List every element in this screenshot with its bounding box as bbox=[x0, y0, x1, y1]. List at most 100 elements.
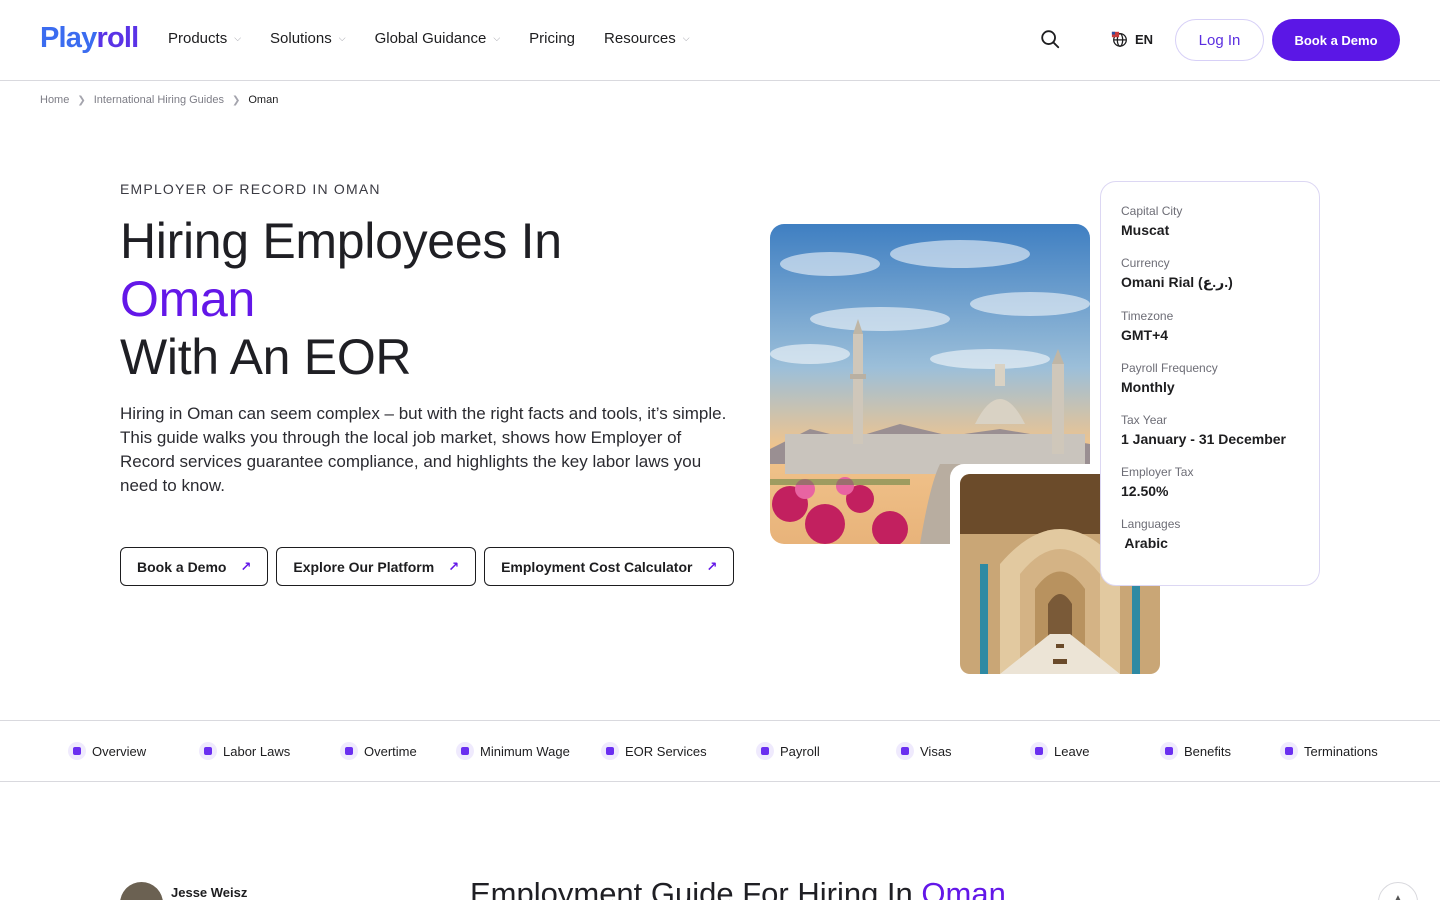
section-link-label: Minimum Wage bbox=[480, 743, 570, 759]
section-link-labor-laws[interactable]: Labor Laws bbox=[199, 742, 290, 760]
nav-label: Resources bbox=[604, 30, 676, 47]
nav-item-solutions[interactable]: Solutions ⌵ bbox=[270, 30, 346, 47]
cta-label: Book a Demo bbox=[137, 558, 227, 575]
title-accent: Oman bbox=[120, 271, 255, 327]
language-label: EN bbox=[1135, 31, 1154, 47]
scroll-to-top-button[interactable]: ▲ bbox=[1378, 882, 1418, 900]
fact-value: Omani Rial (ر.ع.) bbox=[1121, 274, 1233, 290]
fact-label: Payroll Frequency bbox=[1121, 361, 1218, 375]
author-name[interactable]: Jesse Weisz bbox=[171, 885, 247, 900]
fact-capital: Capital City Muscat bbox=[1121, 204, 1299, 238]
fact-value: Arabic bbox=[1121, 535, 1168, 551]
section-link-label: Overtime bbox=[364, 743, 417, 759]
site-header: Playroll Products ⌵ Solutions ⌵ Global Gui… bbox=[0, 0, 1440, 81]
cta-label: Explore Our Platform bbox=[293, 558, 435, 575]
nav-label: Global Guidance bbox=[374, 30, 487, 47]
clock-icon bbox=[340, 742, 358, 760]
fact-label: Currency bbox=[1121, 256, 1170, 270]
scale-icon bbox=[199, 742, 217, 760]
section-link-label: EOR Services bbox=[625, 743, 707, 759]
chevron-down-icon: ⌵ bbox=[338, 33, 346, 43]
payroll-icon bbox=[756, 742, 774, 760]
nav-item-global-guidance[interactable]: Global Guidance ⌵ bbox=[375, 30, 501, 47]
calendar-x-icon bbox=[1280, 742, 1298, 760]
fact-value: Muscat bbox=[1121, 222, 1170, 238]
section-link-overview[interactable]: Overview bbox=[68, 742, 146, 760]
fact-label: Tax Year bbox=[1121, 413, 1168, 427]
section-link-label: Labor Laws bbox=[223, 743, 291, 759]
nav-label: Pricing bbox=[529, 30, 576, 47]
fact-value: GMT+4 bbox=[1121, 327, 1169, 343]
fact-label: Timezone bbox=[1121, 309, 1174, 323]
language-selector[interactable]: EN bbox=[1111, 30, 1153, 48]
explore-platform-cta[interactable]: Explore Our Platform ↗ bbox=[276, 547, 477, 586]
coin-icon bbox=[456, 742, 474, 760]
nav-item-pricing[interactable]: Pricing bbox=[529, 30, 575, 47]
arrow-up-right-icon: ↗ bbox=[240, 558, 252, 574]
fact-currency: Currency Omani Rial (ر.ع.) bbox=[1121, 256, 1299, 291]
chevron-right-icon: ❯ bbox=[77, 94, 86, 106]
section-link-label: Terminations bbox=[1304, 743, 1378, 759]
section-link-label: Leave bbox=[1054, 743, 1090, 759]
guide-heading-prefix: Employment Guide For Hiring In bbox=[470, 876, 913, 900]
arrow-up-right-icon: ↗ bbox=[448, 558, 460, 574]
section-link-label: Benefits bbox=[1184, 743, 1231, 759]
section-link-payroll[interactable]: Payroll bbox=[756, 742, 820, 760]
book-demo-cta[interactable]: Book a Demo ↗ bbox=[120, 547, 269, 586]
fact-label: Languages bbox=[1121, 517, 1181, 531]
chevron-up-icon: ▲ bbox=[1393, 893, 1403, 900]
search-icon[interactable] bbox=[1039, 28, 1061, 50]
section-link-overtime[interactable]: Overtime bbox=[340, 742, 417, 760]
nav-item-resources[interactable]: Resources ⌵ bbox=[604, 30, 690, 47]
nav-label: Products bbox=[168, 30, 228, 47]
main-nav: Products ⌵ Solutions ⌵ Global Guidance ⌵ Pr… bbox=[168, 30, 719, 47]
section-link-label: Overview bbox=[92, 743, 147, 759]
fact-label: Employer Tax bbox=[1121, 465, 1194, 479]
calendar-icon bbox=[1030, 742, 1048, 760]
hero-eyebrow: EMPLOYER OF RECORD IN OMAN bbox=[120, 181, 381, 197]
section-link-leave[interactable]: Leave bbox=[1030, 742, 1089, 760]
chevron-down-icon: ⌵ bbox=[234, 33, 242, 43]
cta-label: Employment Cost Calculator bbox=[501, 558, 693, 575]
book-demo-button[interactable]: Book a Demo bbox=[1272, 19, 1400, 61]
login-button[interactable]: Log In bbox=[1175, 19, 1264, 61]
section-link-label: Payroll bbox=[780, 743, 820, 759]
cost-calculator-cta[interactable]: Employment Cost Calculator ↗ bbox=[484, 547, 735, 586]
country-facts-card: Capital City Muscat Currency Omani Rial (ر… bbox=[1100, 181, 1320, 586]
avatar bbox=[120, 882, 163, 900]
fact-tax-year: Tax Year 1 January - 31 December bbox=[1121, 413, 1299, 447]
hero-intro: Hiring in Oman can seem complex – but wi… bbox=[120, 404, 727, 495]
location-icon bbox=[601, 742, 619, 760]
page-title: Hiring Employees In Oman With An EOR bbox=[120, 212, 740, 386]
fact-value: Monthly bbox=[1121, 379, 1175, 395]
section-link-minimum-wage[interactable]: Minimum Wage bbox=[456, 742, 570, 760]
breadcrumb: Home ❯ International Hiring Guides ❯ Oma… bbox=[40, 94, 278, 106]
section-link-visas[interactable]: Visas bbox=[896, 742, 952, 760]
globe-icon bbox=[1111, 31, 1127, 47]
author-byline: Jesse Weisz bbox=[120, 882, 247, 900]
section-link-eor-services[interactable]: EOR Services bbox=[601, 742, 707, 760]
chevron-down-icon: ⌵ bbox=[682, 33, 690, 43]
section-link-label: Visas bbox=[920, 743, 952, 759]
hero-cta-row: Book a Demo ↗ Explore Our Platform ↗ Emplo… bbox=[120, 547, 735, 586]
logo-text-play: Play bbox=[40, 22, 97, 54]
playroll-logo[interactable]: Playroll bbox=[40, 22, 139, 55]
section-link-benefits[interactable]: Benefits bbox=[1160, 742, 1231, 760]
heart-icon bbox=[1160, 742, 1178, 760]
section-link-terminations[interactable]: Terminations bbox=[1280, 742, 1378, 760]
chevron-down-icon: ⌵ bbox=[493, 33, 501, 43]
nav-label: Solutions bbox=[270, 30, 332, 47]
fact-employer-tax: Employer Tax 12.50% bbox=[1121, 465, 1299, 499]
guide-heading: Employment Guide For Hiring In Oman bbox=[470, 876, 1006, 900]
document-icon bbox=[896, 742, 914, 760]
fact-languages: Languages Arabic bbox=[1121, 517, 1299, 551]
breadcrumb-hiring-guides[interactable]: International Hiring Guides bbox=[94, 94, 224, 106]
nav-item-products[interactable]: Products ⌵ bbox=[168, 30, 241, 47]
section-nav: Overview Labor Laws Overtime Minimum Wag… bbox=[0, 720, 1440, 782]
breadcrumb-home[interactable]: Home bbox=[40, 94, 69, 106]
chevron-right-icon: ❯ bbox=[231, 94, 241, 106]
layers-icon bbox=[68, 742, 86, 760]
breadcrumb-current: Oman bbox=[248, 94, 279, 106]
logo-text-roll: roll bbox=[96, 22, 139, 54]
fact-value: 12.50% bbox=[1121, 483, 1169, 499]
